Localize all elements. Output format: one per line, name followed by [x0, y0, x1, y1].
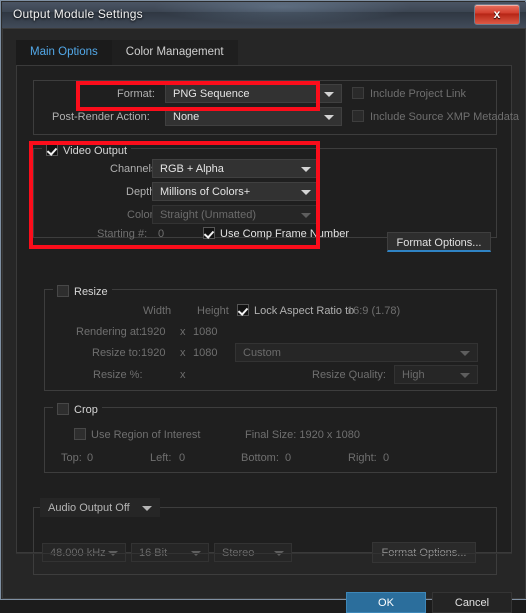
rendering-at-width: 1920	[141, 326, 166, 338]
crop-right-label: Right:	[348, 452, 377, 464]
use-region-of-interest-label: Use Region of Interest	[91, 429, 201, 441]
close-icon[interactable]: x	[474, 4, 520, 25]
dialog-body: Main Options Color Management Format: PN…	[2, 28, 526, 613]
chevron-down-icon	[301, 213, 311, 218]
depth-value: Millions of Colors+	[160, 186, 251, 198]
output-module-settings-dialog: Output Module Settings x Main Options Co…	[0, 0, 526, 613]
crop-group: Crop Use Region of Interest Final Size: …	[44, 401, 497, 473]
video-output-label: Video Output	[63, 145, 128, 157]
height-header: Height	[197, 305, 229, 317]
chevron-down-icon	[324, 92, 334, 97]
depth-dropdown[interactable]: Millions of Colors+	[152, 182, 319, 201]
cancel-button[interactable]: Cancel	[432, 592, 512, 613]
audio-output-toggle[interactable]: Audio Output Off	[40, 498, 160, 517]
resize-group: Resize Width Height Lock Aspect Ratio to…	[44, 283, 497, 391]
starting-number-label: Starting #:	[97, 228, 148, 240]
footer-divider	[16, 553, 512, 554]
width-header: Width	[143, 305, 172, 317]
rendering-at-height: 1080	[193, 326, 218, 338]
resize-quality-label: Resize Quality:	[312, 369, 386, 381]
resize-percent-label: Resize %:	[93, 369, 143, 381]
post-render-action-label: Post-Render Action:	[52, 111, 150, 123]
resize-preset-value: Custom	[243, 347, 281, 359]
ok-button-label: OK	[378, 597, 394, 609]
crop-left-value[interactable]: 0	[179, 452, 185, 464]
chevron-down-icon	[142, 506, 152, 511]
lock-aspect-ratio-checkbox[interactable]	[237, 304, 249, 316]
tab-color-management[interactable]: Color Management	[111, 40, 238, 65]
chevron-down-icon	[301, 167, 311, 172]
resize-to-height[interactable]: 1080	[193, 347, 217, 359]
ok-button[interactable]: OK	[346, 592, 426, 613]
video-format-options-label: Format Options...	[396, 237, 482, 249]
main-options-panel: Format: PNG Sequence Include Project Lin…	[16, 65, 519, 575]
resize-checkbox[interactable]	[57, 285, 69, 297]
tab-strip: Main Options Color Management	[16, 40, 238, 65]
post-render-action-value: None	[173, 111, 200, 123]
lock-aspect-ratio-value: 16:9 (1.78)	[347, 305, 401, 317]
window-title: Output Module Settings	[13, 7, 143, 21]
video-output-checkbox[interactable]	[46, 144, 58, 156]
color-dropdown[interactable]: Straight (Unmatted)	[152, 205, 319, 224]
cancel-button-label: Cancel	[454, 597, 490, 609]
close-icon-glyph: x	[493, 7, 501, 21]
include-xmp-label: Include Source XMP Metadata	[370, 111, 519, 123]
video-output-group-title: Video Output	[42, 142, 132, 157]
chevron-down-icon	[460, 351, 470, 356]
color-value: Straight (Unmatted)	[160, 209, 256, 221]
titlebar-glow	[152, 2, 412, 24]
chevron-down-icon	[460, 373, 470, 378]
resize-percent-x: x	[180, 369, 186, 381]
format-dropdown-value: PNG Sequence	[173, 88, 250, 100]
audio-group: Audio Output Off 48.000 kHz 16 Bit Stere…	[33, 498, 497, 575]
resize-quality-value: High	[402, 369, 425, 381]
resize-preset-dropdown[interactable]: Custom	[235, 343, 478, 362]
include-project-link-label: Include Project Link	[370, 88, 466, 100]
resize-label: Resize	[74, 286, 108, 298]
channels-dropdown[interactable]: RGB + Alpha	[152, 159, 319, 178]
crop-bottom-value[interactable]: 0	[285, 452, 291, 464]
resize-to-width[interactable]: 1920	[141, 347, 165, 359]
crop-left-label: Left:	[150, 452, 172, 464]
channels-value: RGB + Alpha	[160, 163, 224, 175]
audio-output-toggle-value: Audio Output Off	[48, 502, 130, 514]
crop-bottom-label: Bottom:	[241, 452, 279, 464]
rendering-at-label: Rendering at:	[76, 326, 143, 338]
crop-top-label: Top:	[61, 452, 82, 464]
resize-to-x: x	[180, 347, 186, 359]
crop-checkbox[interactable]	[57, 403, 69, 415]
chevron-down-icon	[324, 115, 334, 120]
lock-aspect-ratio-label: Lock Aspect Ratio to	[254, 305, 355, 317]
crop-label: Crop	[74, 404, 98, 416]
video-format-options-button[interactable]: Format Options...	[387, 232, 491, 252]
title-bar: Output Module Settings x	[2, 2, 526, 29]
final-size-label: Final Size: 1920 x 1080	[245, 429, 360, 441]
crop-top-value[interactable]: 0	[87, 452, 93, 464]
crop-right-value[interactable]: 0	[383, 452, 389, 464]
resize-to-label: Resize to:	[92, 347, 141, 359]
crop-group-title: Crop	[53, 401, 102, 416]
format-dropdown[interactable]: PNG Sequence	[165, 84, 342, 103]
format-label: Format:	[117, 88, 155, 100]
use-comp-frame-number-checkbox[interactable]	[203, 227, 215, 239]
use-comp-frame-number-label: Use Comp Frame Number	[220, 228, 349, 240]
include-xmp-checkbox[interactable]	[352, 110, 364, 122]
tab-main-options[interactable]: Main Options	[16, 40, 112, 65]
post-render-action-dropdown[interactable]: None	[165, 107, 342, 126]
video-output-group: Video Output Channels: RGB + Alpha Depth…	[33, 142, 497, 252]
starting-number-value[interactable]: 0	[158, 228, 164, 240]
include-project-link-checkbox[interactable]	[352, 87, 364, 99]
chevron-down-icon	[301, 190, 311, 195]
rendering-at-x: x	[180, 326, 186, 338]
resize-group-title: Resize	[53, 283, 112, 298]
format-group: Format: PNG Sequence Include Project Lin…	[33, 80, 519, 135]
resize-quality-dropdown[interactable]: High	[394, 365, 478, 384]
use-region-of-interest-checkbox[interactable]	[74, 428, 86, 440]
